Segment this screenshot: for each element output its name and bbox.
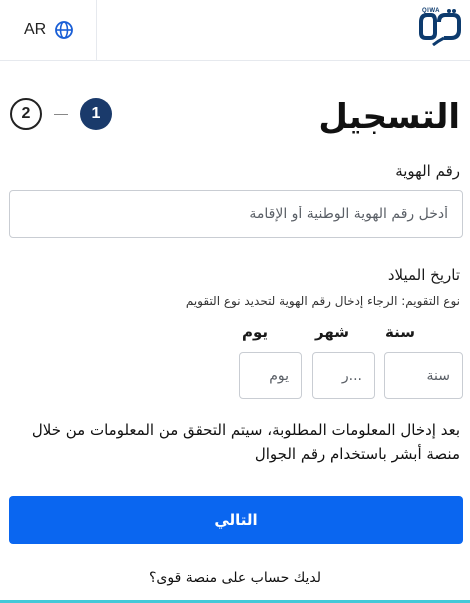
logo-text: QIWA — [422, 8, 440, 14]
id-field-label: رقم الهوية — [395, 162, 460, 180]
step-indicator: 2 1 — [10, 98, 112, 130]
verification-info-text: بعد إدخال المعلومات المطلوبة، سيتم التحق… — [31, 421, 460, 463]
calendar-type-hint: نوع التقويم: الرجاء إدخال رقم الهوية لتح… — [185, 294, 460, 308]
qiwa-logo[interactable]: QIWA — [418, 8, 462, 47]
day-input[interactable] — [239, 352, 302, 399]
year-input[interactable] — [384, 352, 463, 399]
month-label: شهر — [315, 323, 349, 341]
globe-icon — [54, 20, 74, 40]
page-title: التسجيل — [318, 97, 460, 137]
language-switcher[interactable]: AR — [24, 18, 74, 42]
step-connector — [54, 113, 68, 115]
step-2: 2 — [10, 98, 42, 130]
next-button[interactable]: التالي — [9, 496, 463, 544]
id-number-input[interactable] — [9, 190, 463, 238]
year-label: سنة — [385, 323, 415, 341]
step-1: 1 — [80, 98, 112, 130]
month-input[interactable] — [312, 352, 375, 399]
language-switcher-container: AR — [0, 0, 97, 60]
day-label: يوم — [241, 323, 269, 341]
top-header: AR QIWA — [0, 0, 470, 61]
language-label: AR — [24, 21, 47, 38]
existing-account-link[interactable]: لديك حساب على منصة قوى؟ — [0, 570, 470, 586]
birth-date-label: تاريخ الميلاد — [387, 266, 460, 284]
